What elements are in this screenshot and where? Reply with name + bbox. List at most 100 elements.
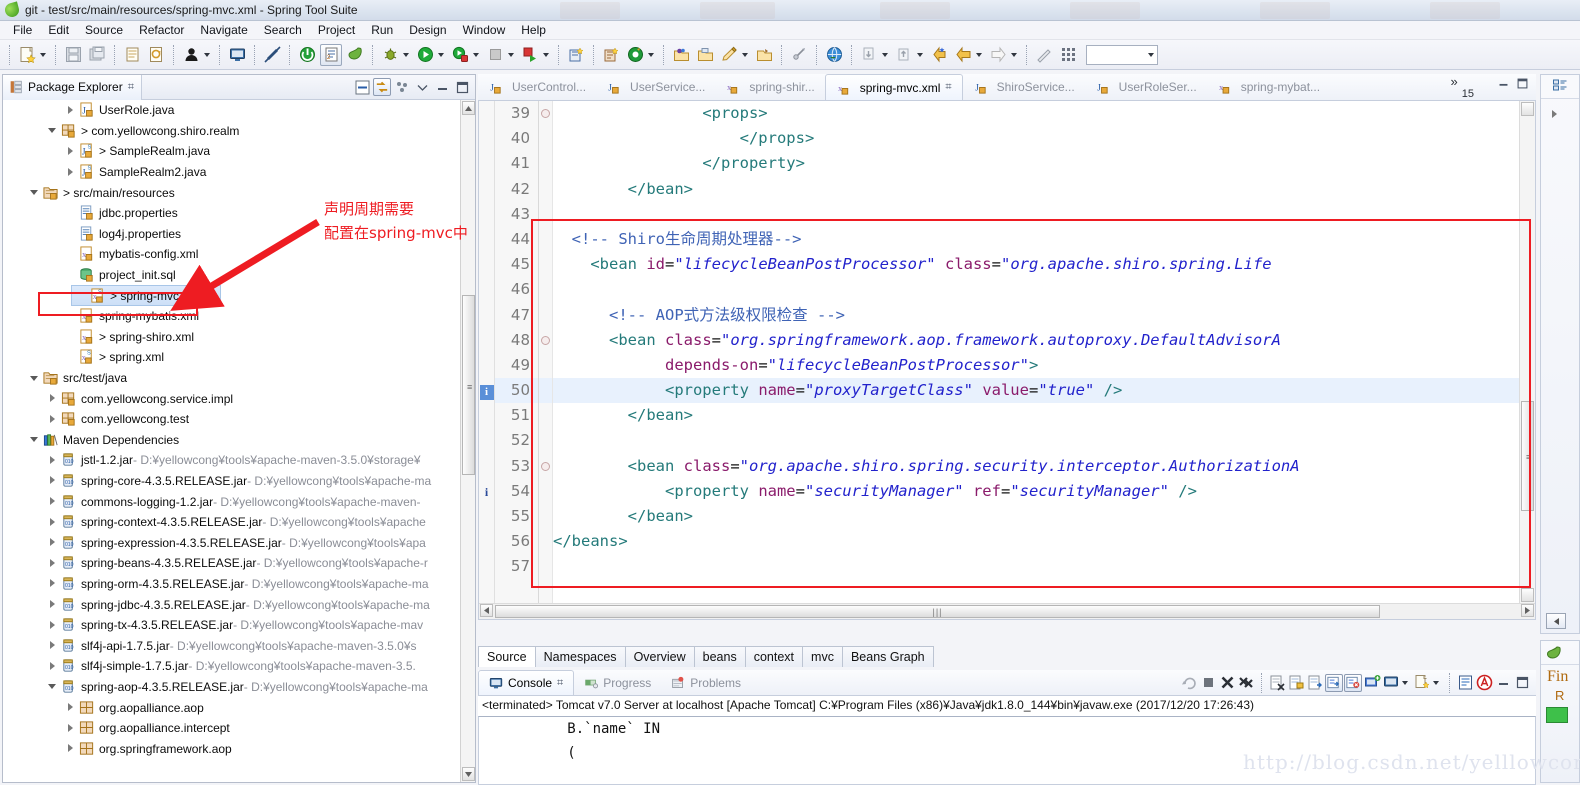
- combo-chevron-down-icon[interactable]: [1148, 52, 1154, 57]
- open-browser-button[interactable]: [823, 44, 845, 66]
- editor-page-tab[interactable]: Overview: [624, 646, 695, 667]
- tree-item[interactable]: 010 spring-expression-4.3.5.RELEASE.jar -…: [3, 532, 475, 553]
- editor-tab[interactable]: x spring-mybat...: [1207, 74, 1330, 100]
- tree-twisty-collapsed[interactable]: [47, 517, 58, 528]
- tree-item[interactable]: 010 spring-context-4.3.5.RELEASE.jar - D:…: [3, 512, 475, 533]
- terminate-icon[interactable]: [1199, 674, 1217, 692]
- hscroll-right-arrow[interactable]: [1521, 604, 1534, 617]
- annotation-marker[interactable]: i: [479, 378, 494, 403]
- code-text[interactable]: <props> </props> </property> </bean> <!-…: [553, 101, 1519, 603]
- new-wizard-dropdown-icon[interactable]: [40, 52, 46, 57]
- tree-item[interactable]: 010 spring-aop-4.3.5.RELEASE.jar - D:¥yel…: [3, 677, 475, 698]
- code-line[interactable]: [553, 202, 1519, 227]
- annotation-marker[interactable]: [479, 177, 494, 202]
- tree-item[interactable]: x S > spring.xml: [3, 347, 475, 368]
- skip-breakpoints-button[interactable]: [261, 44, 283, 66]
- debug-dropdown-icon[interactable]: [403, 52, 409, 57]
- code-line[interactable]: [553, 277, 1519, 302]
- fold-marker[interactable]: [539, 529, 552, 554]
- tree-twisty-expanded[interactable]: [29, 434, 40, 445]
- tree-twisty-collapsed[interactable]: [65, 743, 76, 754]
- editor-page-tab[interactable]: Beans Graph: [841, 646, 934, 667]
- outline-tab[interactable]: [1541, 75, 1579, 99]
- open-console-button[interactable]: [226, 44, 248, 66]
- view-menu-chevron-down-icon[interactable]: [413, 78, 431, 96]
- annotation-marker[interactable]: [479, 428, 494, 453]
- run-dropdown-icon[interactable]: [438, 52, 444, 57]
- code-line[interactable]: </bean>: [553, 403, 1519, 428]
- tree-item-selected[interactable]: x S > spring-mvc.xml: [71, 285, 221, 306]
- annotation-marker[interactable]: [479, 504, 494, 529]
- open-resource-button[interactable]: [694, 44, 716, 66]
- tree-item[interactable]: 010 slf4j-simple-1.7.5.jar - D:¥yellowcon…: [3, 656, 475, 677]
- editor-vscroll-thumb[interactable]: ≡: [1521, 401, 1534, 511]
- tree-item[interactable]: 010 commons-logging-1.2.jar - D:¥yellowco…: [3, 491, 475, 512]
- new-wizard-button[interactable]: [16, 44, 38, 66]
- tree-item[interactable]: project_init.sql: [3, 265, 475, 286]
- editor-tab[interactable]: x spring-shir...: [715, 74, 824, 100]
- goto-type-button[interactable]: [624, 44, 646, 66]
- outline-expand-twisty[interactable]: [1549, 109, 1560, 120]
- new-console-icon[interactable]: [1413, 674, 1431, 692]
- code-line[interactable]: </property>: [553, 151, 1519, 176]
- tree-item[interactable]: J S SampleRealm2.java: [3, 162, 475, 183]
- hscroll-left-arrow[interactable]: [480, 604, 493, 617]
- tree-twisty-expanded[interactable]: [47, 681, 58, 692]
- code-line[interactable]: depends-on="lifecycleBeanPostProcessor">: [553, 353, 1519, 378]
- open-task-button[interactable]: 2: [320, 43, 342, 66]
- code-line[interactable]: </bean>: [553, 504, 1519, 529]
- clear-console-icon[interactable]: [1268, 674, 1286, 692]
- scroll-lock-icon[interactable]: [1287, 674, 1305, 692]
- editor-tab[interactable]: J ShiroService...: [963, 74, 1085, 100]
- fold-marker[interactable]: [539, 403, 552, 428]
- tree-twisty-collapsed[interactable]: [47, 620, 58, 631]
- editor-tabbar[interactable]: J UserControl... J UserService... x spring-sh…: [478, 74, 1536, 101]
- tree-twisty-collapsed[interactable]: [47, 599, 58, 610]
- view-menu-button[interactable]: [393, 78, 411, 96]
- maximize-editor-button[interactable]: [1515, 76, 1530, 94]
- code-line[interactable]: <!-- Shiro生命周期处理器-->: [553, 227, 1519, 252]
- editor-tab-overflow[interactable]: » 15: [1451, 74, 1536, 100]
- tree-twisty-collapsed[interactable]: [65, 723, 76, 734]
- menu-navigate[interactable]: Navigate: [192, 22, 255, 38]
- import-dropdown-icon[interactable]: [882, 52, 888, 57]
- tab-console[interactable]: Console ⌗: [478, 670, 575, 695]
- fold-marker[interactable]: [539, 101, 552, 126]
- editor-scroll-up-arrow[interactable]: [1521, 102, 1534, 116]
- editor-page-tabs[interactable]: Source Namespaces Overview beans context mvc B…: [478, 646, 1536, 667]
- editor-tab[interactable]: J UserService...: [596, 74, 715, 100]
- find-tab[interactable]: [1541, 641, 1579, 665]
- code-line[interactable]: <bean class="org.apache.shiro.spring.sec…: [553, 454, 1519, 479]
- forward-button[interactable]: [987, 44, 1009, 66]
- annotation-marker[interactable]: i: [479, 479, 494, 504]
- pin-console-icon[interactable]: [1325, 673, 1343, 692]
- code-line[interactable]: </props>: [553, 126, 1519, 151]
- run-as-dropdown-icon[interactable]: [543, 52, 549, 57]
- console-toolbar[interactable]: [1180, 670, 1536, 695]
- save-button[interactable]: [62, 44, 84, 66]
- tree-twisty-collapsed[interactable]: [65, 105, 76, 116]
- back-button[interactable]: [952, 44, 974, 66]
- tree-item[interactable]: 010 spring-core-4.3.5.RELEASE.jar - D:¥ye…: [3, 471, 475, 492]
- user-dropdown-icon[interactable]: [204, 52, 210, 57]
- fold-marker[interactable]: [539, 504, 552, 529]
- fold-marker[interactable]: [539, 479, 552, 504]
- tree-item[interactable]: 010 spring-orm-4.3.5.RELEASE.jar - D:¥yel…: [3, 574, 475, 595]
- tree-twisty-collapsed[interactable]: [47, 496, 58, 507]
- package-explorer-vscrollbar[interactable]: ≡: [460, 100, 475, 782]
- tree-twisty-expanded[interactable]: [29, 373, 40, 384]
- tree-item[interactable]: com.yellowcong.service.impl: [3, 388, 475, 409]
- fold-marker[interactable]: [539, 202, 552, 227]
- editor-page-tab[interactable]: mvc: [802, 646, 843, 667]
- restore-outline-button[interactable]: [1546, 613, 1566, 629]
- tree-item[interactable]: > com.yellowcong.shiro.realm: [3, 121, 475, 142]
- editor-hscrollbar[interactable]: |||: [479, 603, 1535, 619]
- fold-marker[interactable]: [539, 151, 552, 176]
- clean-button[interactable]: [1033, 44, 1055, 66]
- overflow-chevron-icon[interactable]: »: [1451, 75, 1458, 88]
- display-selected-console-icon[interactable]: [1344, 673, 1362, 692]
- fold-marker[interactable]: [539, 428, 552, 453]
- import-button[interactable]: [858, 44, 880, 66]
- minimize-view-button[interactable]: [433, 78, 451, 96]
- tree-twisty-expanded[interactable]: [29, 187, 40, 198]
